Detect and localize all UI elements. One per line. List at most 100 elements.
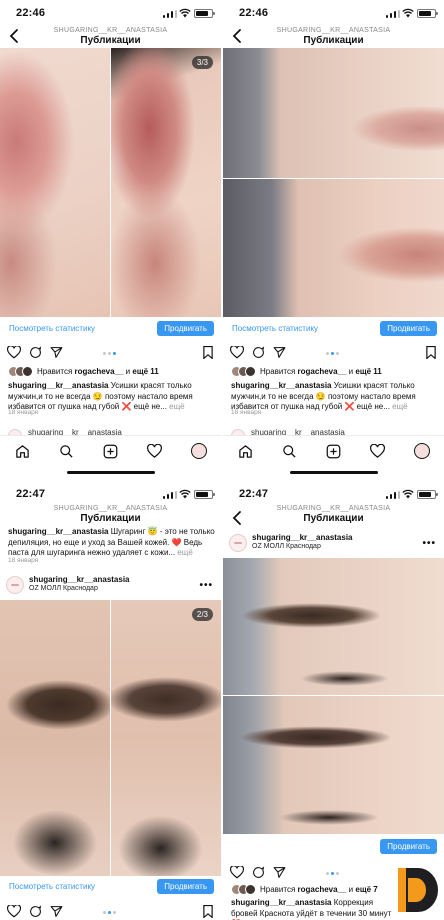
battery-icon: [194, 9, 215, 18]
stats-bar: Посмотреть статистику Продвигать: [0, 876, 221, 898]
bookmark-icon[interactable]: [203, 905, 213, 918]
heart-icon[interactable]: [7, 346, 21, 359]
page-title: Публикации: [80, 35, 141, 46]
carousel-dots: [103, 352, 121, 356]
caption-more[interactable]: ещё: [167, 402, 184, 411]
before-photo: [0, 600, 110, 876]
after-photo: [223, 179, 444, 317]
promote-button[interactable]: Продвигать: [380, 839, 437, 854]
post-header: shugaring__kr__anastasia OZ МОЛЛ Краснод…: [0, 571, 221, 599]
post-photo[interactable]: [223, 558, 444, 834]
signal-icon: [386, 491, 400, 499]
carousel-dots: [326, 872, 344, 876]
liker-avatars: [8, 366, 34, 378]
signal-icon: [163, 491, 177, 499]
bookmark-icon[interactable]: [426, 346, 436, 359]
add-icon[interactable]: [103, 444, 118, 459]
avatar[interactable]: [6, 576, 24, 594]
caption-author[interactable]: shugaring__kr__anastasia: [8, 381, 109, 390]
search-icon[interactable]: [282, 444, 297, 459]
share-icon[interactable]: [50, 346, 63, 359]
caption-author[interactable]: shugaring__kr__anastasia: [8, 527, 109, 536]
after-photo: [111, 600, 221, 876]
likes-text[interactable]: Нравится rogacheva__ и ещё 11: [37, 367, 159, 376]
likes-prefix: Нравится: [260, 885, 298, 894]
bookmark-icon[interactable]: [203, 346, 213, 359]
before-photo: [223, 48, 444, 178]
wifi-icon: [179, 8, 191, 18]
promote-button[interactable]: Продвигать: [380, 321, 437, 336]
post-author[interactable]: shugaring__kr__anastasia: [252, 533, 353, 542]
likes-prefix: Нравится: [37, 367, 75, 376]
page-header: SHUGARING__KR__ANASTASIA Публикации: [223, 504, 444, 526]
avatar[interactable]: [229, 534, 247, 552]
after-photo: [111, 48, 221, 317]
post-author[interactable]: shugaring__kr__anastasia: [29, 575, 130, 584]
post-photo[interactable]: 3/3: [0, 48, 221, 317]
brand-logo-icon: [398, 868, 438, 912]
home-icon[interactable]: [15, 444, 30, 459]
share-icon[interactable]: [273, 346, 286, 359]
wifi-icon: [179, 489, 191, 499]
page-title: Публикации: [303, 513, 364, 524]
post-photo[interactable]: 2/3: [0, 600, 221, 876]
view-stats-link[interactable]: Посмотреть статистику: [9, 882, 95, 891]
comment-icon[interactable]: [29, 905, 42, 918]
stats-bar: Посмотреть статистику Продвигать: [0, 318, 221, 340]
profile-icon[interactable]: [414, 443, 430, 459]
promote-button[interactable]: Продвигать: [157, 879, 214, 894]
heart-icon[interactable]: [230, 346, 244, 359]
status-bar: 22:46: [0, 0, 221, 26]
before-photo: [223, 558, 444, 695]
likes-text[interactable]: Нравится rogacheva__ и ещё 11: [260, 367, 382, 376]
view-stats-link[interactable]: Посмотреть статистику: [232, 324, 318, 333]
share-icon[interactable]: [273, 866, 286, 879]
share-icon[interactable]: [50, 905, 63, 918]
screenshot-panel-1: 22:46 SHUGARING__KR__ANASTASIA Публикаци…: [0, 0, 221, 459]
post-date: 18 января: [8, 557, 39, 564]
options-icon[interactable]: •••: [199, 580, 213, 591]
status-time: 22:47: [16, 488, 46, 500]
comment-icon[interactable]: [252, 866, 265, 879]
header-username: SHUGARING__KR__ANASTASIA: [276, 505, 391, 512]
likes-user: rogacheva__: [297, 885, 347, 894]
heart-icon[interactable]: [230, 866, 244, 879]
likes-text[interactable]: Нравится rogacheva__ и ещё 7: [260, 885, 378, 894]
add-icon[interactable]: [326, 444, 341, 459]
search-icon[interactable]: [59, 444, 74, 459]
page-header: SHUGARING__KR__ANASTASIA Публикации: [0, 504, 221, 526]
post-actions: [223, 342, 444, 364]
heart-icon[interactable]: [7, 905, 21, 918]
home-icon[interactable]: [238, 444, 253, 459]
view-stats-link[interactable]: Посмотреть статистику: [9, 324, 95, 333]
activity-heart-icon[interactable]: [147, 444, 162, 459]
post-header: shugaring__kr__anastasia OZ МОЛЛ Краснод…: [223, 529, 444, 557]
likes-user: rogacheva__: [297, 367, 347, 376]
caption-author[interactable]: shugaring__kr__anastasia: [231, 381, 332, 390]
bottom-tab-bar: [223, 435, 444, 459]
header-username: SHUGARING__KR__ANASTASIA: [53, 505, 168, 512]
after-photo: [223, 696, 444, 834]
likes-prefix: Нравится: [260, 367, 298, 376]
post-location[interactable]: OZ МОЛЛ Краснодар: [29, 585, 98, 592]
status-bar: 22:46: [223, 0, 444, 26]
options-icon[interactable]: •••: [422, 538, 436, 549]
battery-icon: [417, 490, 438, 499]
caption-more[interactable]: ещё: [390, 402, 407, 411]
post-caption: shugaring__kr__anastasia Шугаринг 😇 - эт…: [8, 527, 216, 559]
post-location[interactable]: OZ МОЛЛ Краснодар: [252, 543, 321, 550]
likes-count: ещё 7: [355, 885, 378, 894]
caption-author[interactable]: shugaring__kr__anastasia: [231, 898, 332, 907]
status-time: 22:46: [16, 7, 46, 19]
caption-more[interactable]: ещё: [175, 548, 192, 557]
comment-icon[interactable]: [29, 346, 42, 359]
post-caption: shugaring__kr__anastasia Усишки красят т…: [231, 381, 439, 413]
comment-icon[interactable]: [252, 346, 265, 359]
profile-icon[interactable]: [191, 443, 207, 459]
activity-heart-icon[interactable]: [370, 444, 385, 459]
carousel-dots: [103, 911, 121, 915]
promote-button[interactable]: Продвигать: [157, 321, 214, 336]
carousel-dots: [326, 352, 344, 356]
header-username: SHUGARING__KR__ANASTASIA: [276, 27, 391, 34]
post-photo[interactable]: [223, 48, 444, 317]
